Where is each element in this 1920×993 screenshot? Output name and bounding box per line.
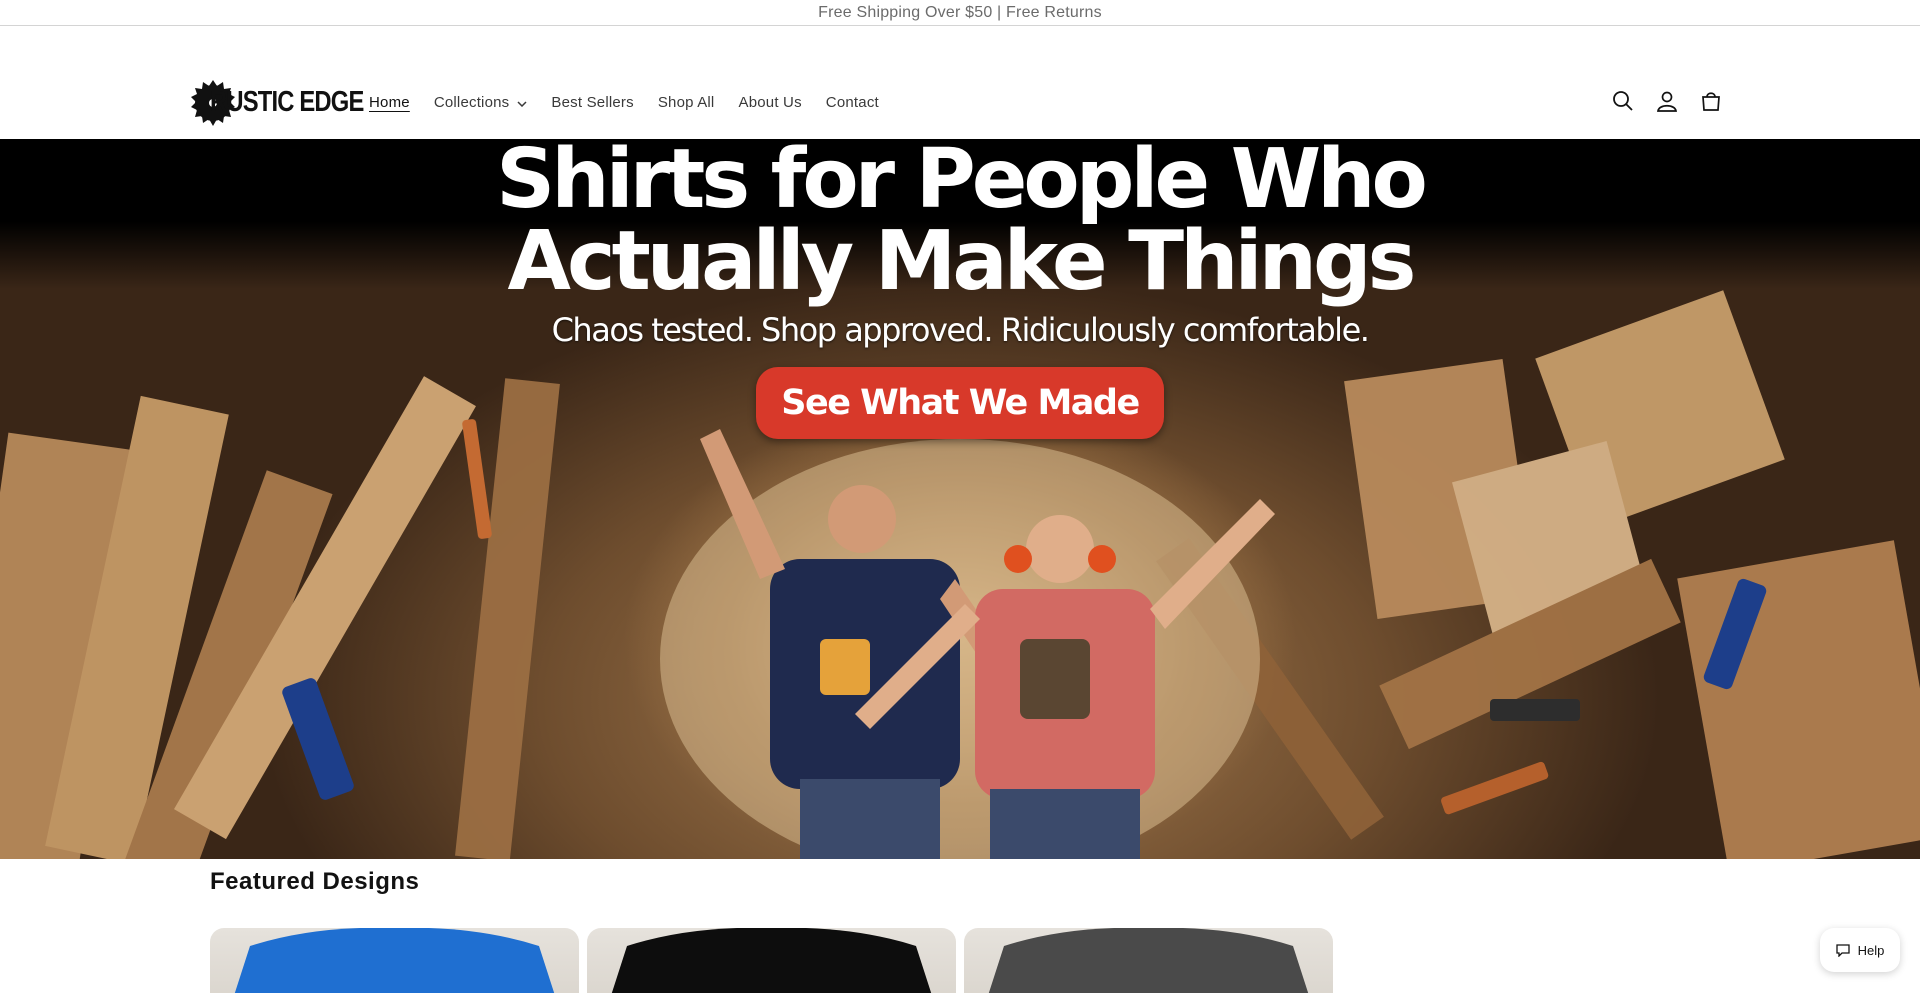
- nav-best-sellers[interactable]: Best Sellers: [551, 94, 633, 111]
- logo[interactable]: RUSTIC EDGE: [190, 80, 364, 126]
- hero-title-line1: Shirts for People Who: [496, 139, 1428, 227]
- help-label: Help: [1857, 942, 1885, 958]
- hero-cta-button[interactable]: See What We Made: [756, 367, 1164, 439]
- nav-best-sellers-label: Best Sellers: [551, 94, 634, 111]
- product-card[interactable]: [210, 928, 579, 993]
- account-icon[interactable]: [1654, 88, 1680, 114]
- hero-subtitle: Chaos tested. Shop approved. Ridiculousl…: [551, 311, 1370, 349]
- nav-collections[interactable]: Collections: [434, 94, 528, 111]
- logo-text: RUSTIC EDGE: [210, 86, 364, 118]
- chevron-down-icon: [517, 94, 527, 111]
- help-button[interactable]: Help: [1820, 928, 1900, 972]
- nav-about-us-label: About Us: [738, 94, 802, 111]
- cart-icon[interactable]: [1698, 88, 1724, 114]
- gray-shirt-image: [988, 928, 1309, 993]
- nav-home[interactable]: Home: [369, 94, 410, 111]
- nav-collections-label: Collections: [433, 94, 510, 111]
- blue-shirt-image: [234, 928, 555, 993]
- nav-contact-label: Contact: [825, 94, 879, 111]
- nav-about-us[interactable]: About Us: [738, 94, 801, 111]
- search-icon[interactable]: [1610, 88, 1636, 114]
- announcement-text: Free Shipping Over $50 | Free Returns: [818, 3, 1102, 21]
- nav-shop-all-label: Shop All: [657, 94, 715, 111]
- featured-section-title: Featured Designs: [210, 868, 420, 895]
- nav-contact[interactable]: Contact: [826, 94, 879, 111]
- main-nav: Home Collections Best Sellers Shop All A…: [369, 94, 903, 111]
- hero-title-line2: Actually Make Things: [507, 214, 1417, 309]
- black-shirt-image: [611, 928, 932, 993]
- header-actions: [1610, 88, 1724, 114]
- product-card[interactable]: [964, 928, 1333, 993]
- hero-banner: Shirts for People Who Actually Make Thin…: [0, 139, 1920, 859]
- chat-bubble-icon: [1835, 943, 1850, 957]
- announcement-bar: Free Shipping Over $50 | Free Returns: [0, 0, 1920, 26]
- site-header: RUSTIC EDGE Home Collections Best Seller…: [0, 26, 1920, 139]
- nav-shop-all[interactable]: Shop All: [658, 94, 715, 111]
- nav-home-label: Home: [369, 94, 410, 111]
- product-card[interactable]: [587, 928, 956, 993]
